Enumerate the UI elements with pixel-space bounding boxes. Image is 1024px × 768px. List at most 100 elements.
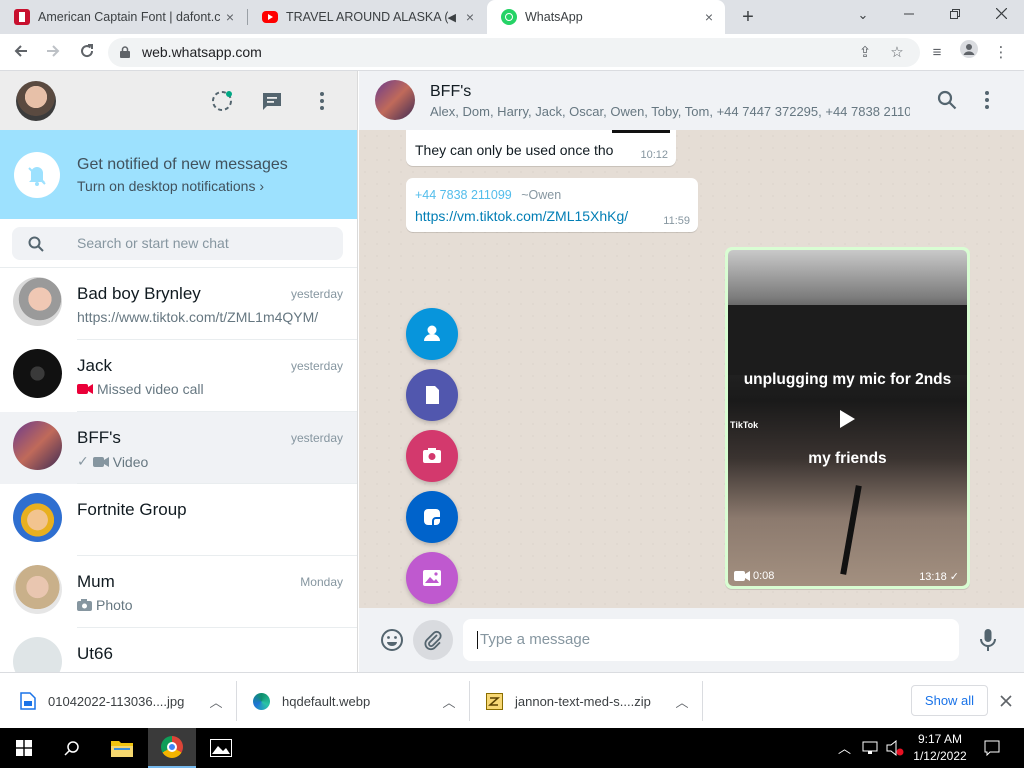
chevron-up-icon[interactable]: ︿ (196, 692, 236, 711)
taskbar-clock[interactable]: 9:17 AM 1/12/2022 (908, 731, 972, 765)
attach-contact-button[interactable] (406, 308, 458, 360)
chevron-up-icon[interactable]: ︿ (429, 692, 469, 711)
menu-dots-icon[interactable] (310, 89, 334, 113)
my-avatar[interactable] (16, 81, 56, 121)
browser-menu-icon[interactable]: ⋮ (988, 40, 1014, 66)
document-icon (426, 386, 439, 404)
chevron-up-icon[interactable]: ︿ (662, 692, 702, 711)
bookmark-star-icon[interactable]: ☆ (886, 38, 908, 67)
new-chat-icon[interactable] (260, 89, 284, 113)
attach-photo-button[interactable] (406, 552, 458, 604)
show-hidden-icons-icon[interactable]: ︿ (838, 738, 851, 757)
tab-whatsapp[interactable]: WhatsApp × (487, 0, 725, 34)
message-link[interactable]: https://vm.tiktok.com/ZML15XhKg/ (415, 208, 628, 224)
photos-icon (210, 739, 232, 757)
close-tab-icon[interactable]: × (699, 9, 719, 25)
volume-muted-icon[interactable] (886, 740, 904, 756)
tab-title: WhatsApp (525, 10, 583, 24)
download-item[interactable]: jannon-text-med-s....zip ︿ (470, 673, 702, 729)
video-message[interactable]: unplugging my mic for 2nds TikTok my fri… (725, 247, 970, 589)
group-avatar[interactable] (375, 80, 415, 120)
attach-button[interactable] (413, 620, 453, 660)
speaker-icon[interactable]: ◀︎ (448, 11, 456, 24)
status-icon[interactable] (210, 89, 234, 113)
group-avatar-icon (13, 637, 62, 672)
chat-item-ut66[interactable]: Ut66 (0, 628, 357, 672)
new-tab-button[interactable]: + (736, 4, 760, 30)
close-window-icon[interactable] (978, 0, 1024, 30)
tab-youtube[interactable]: TRAVEL AROUND ALASKA (4 ◀︎ × (248, 0, 486, 34)
notifications-icon[interactable] (984, 740, 1000, 756)
group-members: Alex, Dom, Harry, Jack, Oscar, Owen, Tob… (430, 104, 910, 119)
browser-tab-strip: American Captain Font | dafont.c × TRAVE… (0, 0, 1024, 34)
chat-time: yesterday (290, 287, 343, 301)
conversation-header[interactable]: BFF's Alex, Dom, Harry, Jack, Oscar, Owe… (359, 71, 1024, 130)
message-input[interactable]: Type a message (463, 619, 959, 661)
sidebar-header (0, 71, 357, 130)
close-tab-icon[interactable]: × (460, 9, 480, 25)
message-bubble[interactable]: They can only be used once tho 10:12 (406, 130, 676, 166)
share-icon[interactable]: ⇪ (854, 38, 876, 67)
show-all-downloads-button[interactable]: Show all (911, 685, 988, 716)
photos-taskbar-button[interactable] (197, 728, 245, 768)
media-control-icon[interactable]: ≡ (924, 40, 950, 66)
search-icon[interactable] (937, 90, 957, 110)
chat-time: yesterday (290, 359, 343, 373)
message-time: 11:59 (663, 215, 690, 227)
video-caption: unplugging my mic for 2nds (743, 371, 952, 388)
dafont-icon (14, 9, 30, 25)
download-filename: hqdefault.webp (282, 693, 371, 709)
url-bar[interactable]: web.whatsapp.com ⇪ ☆ (108, 38, 920, 67)
attach-document-button[interactable] (406, 369, 458, 421)
reload-icon[interactable] (74, 40, 100, 66)
download-filename: jannon-text-med-s....zip (515, 693, 651, 709)
profile-icon[interactable] (956, 40, 982, 66)
sender-name: ~Owen (521, 188, 562, 202)
network-icon[interactable] (862, 740, 878, 756)
tab-search-icon[interactable]: ⌄ (840, 0, 886, 30)
chat-item-jack[interactable]: Jack yesterday Missed video call (0, 340, 357, 412)
minimize-icon[interactable] (886, 0, 932, 30)
download-item[interactable]: 01042022-113036....jpg ︿ (0, 673, 236, 729)
file-explorer-button[interactable] (98, 728, 146, 768)
chrome-taskbar-button[interactable] (148, 728, 196, 768)
chat-name: BFF's (77, 428, 121, 447)
edge-icon (253, 692, 270, 710)
chat-item-mum[interactable]: Mum Monday Photo (0, 556, 357, 628)
chat-item-fortnite-group[interactable]: Fortnite Group (0, 484, 357, 556)
close-tab-icon[interactable]: × (220, 9, 240, 25)
video-time: 13:18 ✓ (919, 571, 959, 583)
camera-icon (77, 599, 92, 611)
caret (477, 631, 478, 650)
search-area: Search or start new chat (0, 219, 357, 268)
video-caption: my friends (808, 450, 887, 467)
youtube-icon (262, 11, 278, 23)
menu-dots-icon[interactable] (977, 89, 997, 111)
forward-arrow-icon[interactable] (40, 40, 66, 66)
chat-item-bffs[interactable]: BFF's yesterday ✓ Video (0, 412, 357, 484)
download-item[interactable]: hqdefault.webp ︿ (237, 673, 469, 729)
search-input[interactable]: Search or start new chat (12, 227, 343, 260)
restore-icon[interactable] (932, 0, 978, 30)
tab-dafont[interactable]: American Captain Font | dafont.c × (0, 0, 246, 34)
contact-icon (424, 325, 440, 341)
notification-banner[interactable]: Get notified of new messages Turn on des… (0, 130, 357, 219)
notification-link[interactable]: Turn on desktop notifications › (77, 178, 264, 194)
notification-title: Get notified of new messages (77, 156, 288, 173)
sticker-icon (424, 509, 440, 525)
video-thumbnail[interactable]: unplugging my mic for 2nds TikTok my fri… (728, 250, 967, 586)
microphone-icon[interactable] (979, 628, 997, 652)
attach-camera-button[interactable] (406, 430, 458, 482)
chat-preview: Missed video call (77, 381, 339, 397)
taskbar-search-button[interactable] (48, 728, 96, 768)
emoji-icon[interactable] (380, 628, 404, 652)
close-icon[interactable] (1000, 695, 1012, 707)
attach-sticker-button[interactable] (406, 491, 458, 543)
message-bubble[interactable]: +44 7838 211099 ~Owen https://vm.tiktok.… (406, 178, 698, 232)
chat-item-bad-boy-brynley[interactable]: Bad boy Brynley yesterday https://www.ti… (0, 268, 357, 340)
back-arrow-icon[interactable] (8, 40, 34, 66)
start-button[interactable] (0, 728, 48, 768)
message-list[interactable]: They can only be used once tho 10:12 +44… (359, 130, 1024, 608)
windows-logo-icon (16, 740, 32, 756)
play-icon[interactable] (840, 410, 855, 428)
